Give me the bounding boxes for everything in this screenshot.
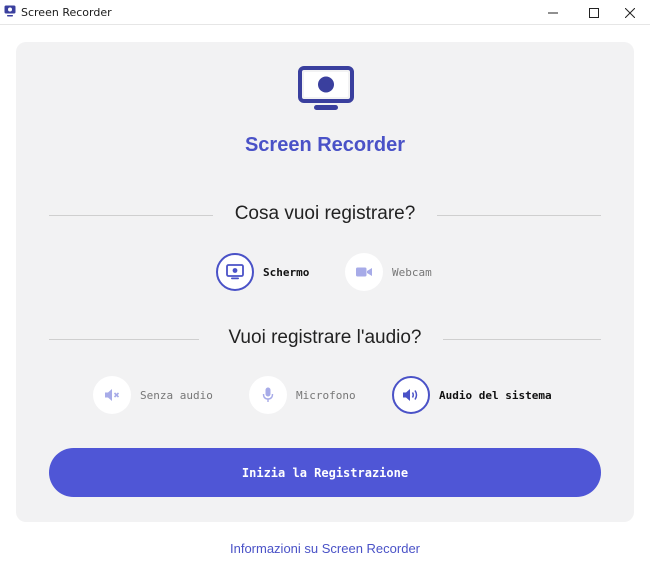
option-microfono[interactable]: Microfono	[249, 376, 356, 414]
source-section-heading: Cosa vuoi registrare?	[49, 203, 601, 227]
monitor-logo-icon	[298, 66, 354, 110]
option-label: Senza audio	[140, 388, 213, 402]
microphone-icon	[262, 387, 274, 402]
app-title: Screen Recorder	[244, 134, 406, 156]
close-icon	[625, 7, 635, 18]
minimize-button[interactable]	[535, 0, 571, 25]
audio-section-heading: Vuoi registrare l'audio?	[49, 327, 601, 351]
maximize-icon	[589, 7, 599, 18]
speaker-muted-icon	[105, 389, 120, 401]
option-icon-container	[392, 376, 430, 414]
option-label: Audio del sistema	[439, 388, 552, 402]
option-icon-container	[93, 376, 131, 414]
monitor-icon	[226, 264, 244, 280]
source-heading: Cosa vuoi registrare?	[234, 203, 416, 224]
video-camera-icon	[356, 267, 372, 277]
audio-heading: Vuoi registrare l'audio?	[228, 327, 422, 348]
main-card: Screen Recorder Cosa vuoi registrare? Sc…	[16, 42, 634, 522]
speaker-volume-icon	[403, 389, 418, 401]
option-label: Schermo	[263, 265, 310, 279]
about-link[interactable]: Informazioni su Screen Recorder	[0, 541, 650, 556]
minimize-icon	[548, 12, 558, 13]
option-schermo[interactable]: Schermo	[216, 253, 309, 291]
app-icon	[4, 5, 16, 17]
close-button[interactable]	[612, 0, 648, 25]
option-icon-container	[216, 253, 254, 291]
option-senza-audio[interactable]: Senza audio	[93, 376, 213, 414]
window-titlebar: Screen Recorder	[0, 0, 650, 25]
option-label: Microfono	[296, 388, 356, 402]
option-audio-del-sistema[interactable]: Audio del sistema	[392, 376, 552, 414]
option-label: Webcam	[392, 265, 432, 279]
start-recording-button[interactable]: Inizia la Registrazione	[49, 448, 601, 497]
maximize-button[interactable]	[576, 0, 612, 25]
option-webcam[interactable]: Webcam	[345, 253, 432, 291]
window-title: Screen Recorder	[21, 6, 112, 19]
option-icon-container	[249, 376, 287, 414]
option-icon-container	[345, 253, 383, 291]
